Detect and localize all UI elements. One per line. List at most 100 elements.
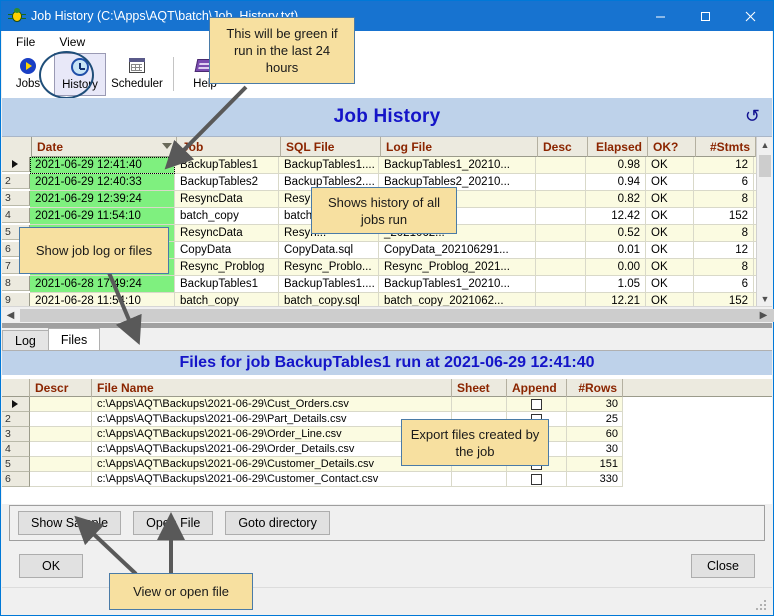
cell-desc[interactable] [536,208,586,225]
cell-stmts[interactable]: 8 [694,191,754,208]
cell-date[interactable]: 2021-06-29 11:54:10 [30,208,175,225]
files-cell-descr[interactable] [30,397,92,412]
files-column-header-rows[interactable]: #Rows [567,378,623,397]
menu-item-file[interactable]: File [6,33,45,51]
files-row-header[interactable]: 2 [2,412,30,427]
cell-elapsed[interactable]: 12.42 [586,208,646,225]
column-header-sql-file[interactable]: SQL File [281,137,381,157]
cell-ok[interactable]: OK [646,225,694,242]
files-column-header-append[interactable]: Append [507,378,567,397]
vertical-scroll-thumb[interactable] [759,155,771,177]
files-row-header[interactable]: 5 [2,457,30,472]
list-item[interactable]: c:\Apps\AQT\Backups\2021-06-29\Cust_Orde… [2,397,772,412]
scroll-left-icon[interactable]: ◀ [2,307,19,324]
resize-grip-icon[interactable] [755,600,767,612]
column-header-stmts[interactable]: #Stmts [696,137,756,157]
files-cell-rows[interactable]: 330 [567,472,623,487]
ok-button[interactable]: OK [19,554,83,578]
files-cell-file-name[interactable]: c:\Apps\AQT\Backups\2021-06-29\Part_Deta… [92,412,452,427]
row-header[interactable]: 8 [2,276,30,291]
files-cell-file-name[interactable]: c:\Apps\AQT\Backups\2021-06-29\Cust_Orde… [92,397,452,412]
files-column-header-sheet[interactable]: Sheet [452,378,507,397]
refresh-icon[interactable]: ↺ [745,107,760,125]
cell-log-file[interactable]: BackupTables1_20210... [379,157,536,174]
cell-desc[interactable] [536,225,586,242]
cell-ok[interactable]: OK [646,191,694,208]
column-header-date[interactable]: Date [32,137,177,157]
cell-date[interactable]: 2021-06-28 17:49:24 [30,276,175,293]
cell-elapsed[interactable]: 0.00 [586,259,646,276]
cell-elapsed[interactable]: 0.98 [586,157,646,174]
files-cell-append[interactable] [507,472,567,487]
cell-stmts[interactable]: 6 [694,174,754,191]
toolbar-button-history[interactable]: History [54,53,106,96]
files-cell-descr[interactable] [30,412,92,427]
cell-job[interactable]: ResyncData [175,191,279,208]
cell-desc[interactable] [536,259,586,276]
cell-elapsed[interactable]: 0.52 [586,225,646,242]
toolbar-button-scheduler[interactable]: Scheduler [106,53,168,96]
cell-date[interactable]: 2021-06-29 12:40:33 [30,174,175,191]
cell-desc[interactable] [536,174,586,191]
cell-stmts[interactable]: 12 [694,157,754,174]
cell-date[interactable]: 2021-06-28 11:54:10 [30,293,175,306]
files-cell-descr[interactable] [30,457,92,472]
files-row-header[interactable]: 6 [2,472,30,487]
cell-sql-file[interactable]: BackupTables1.... [279,276,379,293]
column-header-desc[interactable]: Desc [538,137,588,157]
row-header[interactable]: 4 [2,208,30,223]
cell-desc[interactable] [536,191,586,208]
files-cell-file-name[interactable]: c:\Apps\AQT\Backups\2021-06-29\Customer_… [92,472,452,487]
files-cell-file-name[interactable]: c:\Apps\AQT\Backups\2021-06-29\Customer_… [92,457,452,472]
cell-ok[interactable]: OK [646,157,694,174]
scroll-right-icon[interactable]: ▶ [755,307,772,324]
cell-elapsed[interactable]: 1.05 [586,276,646,293]
horizontal-scroll-thumb[interactable] [20,309,774,322]
cell-elapsed[interactable]: 0.82 [586,191,646,208]
cell-desc[interactable] [536,157,586,174]
close-dialog-button[interactable]: Close [691,554,755,578]
goto-directory-button[interactable]: Goto directory [225,511,330,535]
job-history-vertical-scrollbar[interactable]: ▲ ▼ [756,137,772,306]
toolbar-button-jobs[interactable]: Jobs [2,53,54,96]
cell-stmts[interactable]: 8 [694,259,754,276]
table-row[interactable]: 8 2021-06-28 17:49:24 BackupTables1 BackupT… [2,276,772,293]
files-cell-descr[interactable] [30,472,92,487]
cell-desc[interactable] [536,242,586,259]
cell-job[interactable]: BackupTables1 [175,157,279,174]
column-header-elapsed[interactable]: Elapsed [588,137,648,157]
tab-files[interactable]: Files [47,328,101,350]
cell-ok[interactable]: OK [646,276,694,293]
files-cell-sheet[interactable] [452,397,507,412]
cell-elapsed[interactable]: 0.01 [586,242,646,259]
list-item[interactable]: 4 c:\Apps\AQT\Backups\2021-06-29\Order_De… [2,442,772,457]
files-cell-rows[interactable]: 25 [567,412,623,427]
files-cell-rows[interactable]: 30 [567,397,623,412]
column-header-ok[interactable]: OK? [648,137,696,157]
cell-ok[interactable]: OK [646,174,694,191]
cell-job[interactable]: Resync_Problog [175,259,279,276]
files-cell-file-name[interactable]: c:\Apps\AQT\Backups\2021-06-29\Order_Det… [92,442,452,457]
row-header[interactable]: 9 [2,293,30,306]
row-header[interactable]: 2 [2,174,30,189]
cell-job[interactable]: BackupTables1 [175,276,279,293]
files-row-header[interactable] [2,397,30,412]
tab-log[interactable]: Log [2,330,49,350]
cell-ok[interactable]: OK [646,293,694,306]
files-column-header-file-name[interactable]: File Name [92,378,452,397]
list-item[interactable]: 2 c:\Apps\AQT\Backups\2021-06-29\Part_Det… [2,412,772,427]
cell-job[interactable]: batch_copy [175,208,279,225]
column-header-job[interactable]: Job [177,137,281,157]
cell-sql-file[interactable]: batch_copy.sql [279,293,379,306]
cell-job[interactable]: ResyncData [175,225,279,242]
cell-stmts[interactable]: 152 [694,293,754,306]
cell-sql-file[interactable]: BackupTables1.... [279,157,379,174]
files-cell-rows[interactable]: 30 [567,442,623,457]
job-history-horizontal-scrollbar[interactable]: ◀ ▶ [2,306,774,324]
list-item[interactable]: 3 c:\Apps\AQT\Backups\2021-06-29\Order_Li… [2,427,772,442]
files-column-header-descr[interactable]: Descr [30,378,92,397]
cell-desc[interactable] [536,293,586,306]
cell-date[interactable]: 2021-06-29 12:39:24 [30,191,175,208]
cell-sql-file[interactable]: CopyData.sql [279,242,379,259]
files-cell-rows[interactable]: 60 [567,427,623,442]
